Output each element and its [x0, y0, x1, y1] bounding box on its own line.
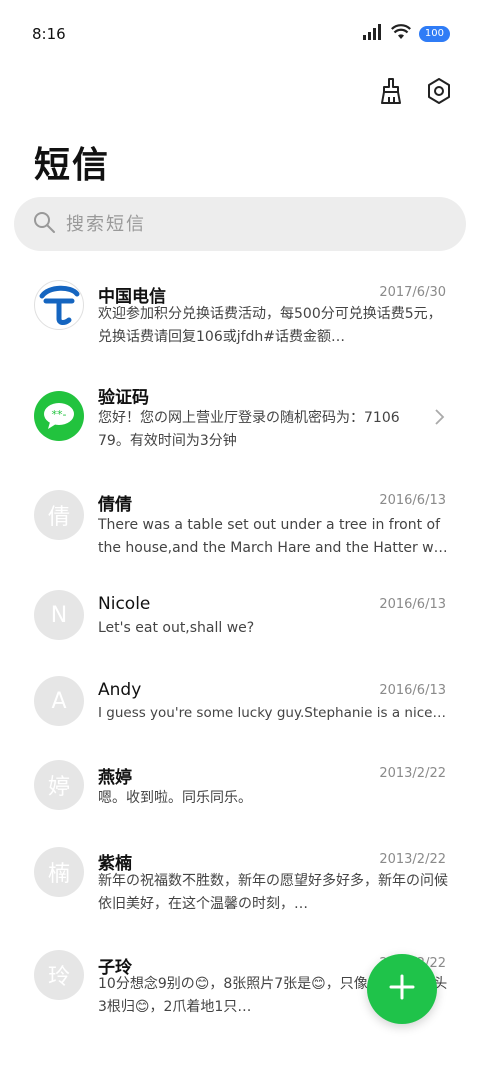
new-message-button[interactable]: [367, 954, 437, 1024]
message-row-telecom[interactable]: 中国电信 2017/6/30 欢迎参加积分兑换话费活动，每500分可兑换话费5元…: [0, 264, 480, 364]
message-row[interactable]: 婷 燕婷 2013/2/22 嗯。收到啦。同乐同乐。: [0, 744, 480, 830]
sender-name: Andy: [98, 680, 142, 700]
signal-icon: [362, 24, 383, 44]
avatar: 玲: [34, 950, 84, 1000]
status-icons: 100: [362, 24, 450, 44]
message-preview: Let's eat out,shall we?: [98, 620, 255, 636]
message-date: 2013/2/22: [379, 766, 446, 781]
message-preview: 新年の祝福数不胜数，新年の愿望好多好多，新年の问候依旧美好，在这个温馨の时刻，…: [98, 873, 448, 912]
message-preview: There was a table set out under a tree i…: [98, 517, 448, 556]
settings-button[interactable]: [424, 78, 454, 108]
message-row[interactable]: A Andy 2016/6/13 I guess you're some luc…: [0, 660, 480, 744]
wifi-icon: [390, 24, 411, 44]
telecom-logo: [34, 280, 84, 330]
sender-name: 倩倩: [98, 495, 132, 515]
chevron-right-icon: [434, 408, 446, 430]
message-row-verify[interactable]: **- 验证码 您好！您の网上营业厅登录の随机密码为：710679。有效时间为3…: [0, 364, 480, 468]
avatar: N: [34, 590, 84, 640]
message-date: 2016/6/13: [379, 597, 446, 612]
search-icon: [32, 210, 56, 238]
message-bubble-icon: **-: [34, 391, 84, 441]
brush-icon: [378, 77, 404, 109]
status-bar: 8:16 100: [0, 0, 480, 68]
sender-name: 验证码: [98, 388, 149, 408]
message-date: 2016/6/13: [379, 683, 446, 698]
battery-indicator: 100: [418, 26, 450, 42]
avatar: 楠: [34, 847, 84, 897]
message-date: 2013/2/22: [379, 852, 446, 867]
message-preview: 嗯。收到啦。同乐同乐。: [98, 790, 252, 806]
status-time: 8:16: [32, 25, 66, 43]
message-row[interactable]: 倩 倩倩 2016/6/13 There was a table set out…: [0, 468, 480, 574]
message-preview: I guess you're some lucky guy.Stephanie …: [98, 705, 446, 721]
svg-text:**-: **-: [52, 408, 67, 421]
avatar: A: [34, 676, 84, 726]
avatar: 倩: [34, 490, 84, 540]
search-input[interactable]: [66, 213, 406, 235]
sender-name: Nicole: [98, 594, 151, 614]
clean-button[interactable]: [376, 78, 406, 108]
message-preview: 您好！您の网上营业厅登录の随机密码为：710679。有效时间为3分钟: [98, 410, 400, 449]
plus-icon: [388, 973, 416, 1005]
page-title: 短信: [34, 145, 111, 186]
toolbar: [376, 78, 454, 108]
message-date: 2017/6/30: [379, 285, 446, 300]
search-bar[interactable]: [14, 197, 466, 251]
message-row[interactable]: 楠 紫楠 2013/2/22 新年の祝福数不胜数，新年の愿望好多好多，新年の问候…: [0, 830, 480, 936]
avatar: 婷: [34, 760, 84, 810]
settings-icon: [426, 77, 452, 109]
message-date: 2016/6/13: [379, 493, 446, 508]
sender-name: 燕婷: [98, 768, 132, 788]
message-preview: 欢迎参加积分兑换话费活动，每500分可兑换话费5元，兑换话费请回复106或jfd…: [98, 306, 442, 345]
message-row[interactable]: N Nicole 2016/6/13 Let's eat out,shall w…: [0, 574, 480, 660]
